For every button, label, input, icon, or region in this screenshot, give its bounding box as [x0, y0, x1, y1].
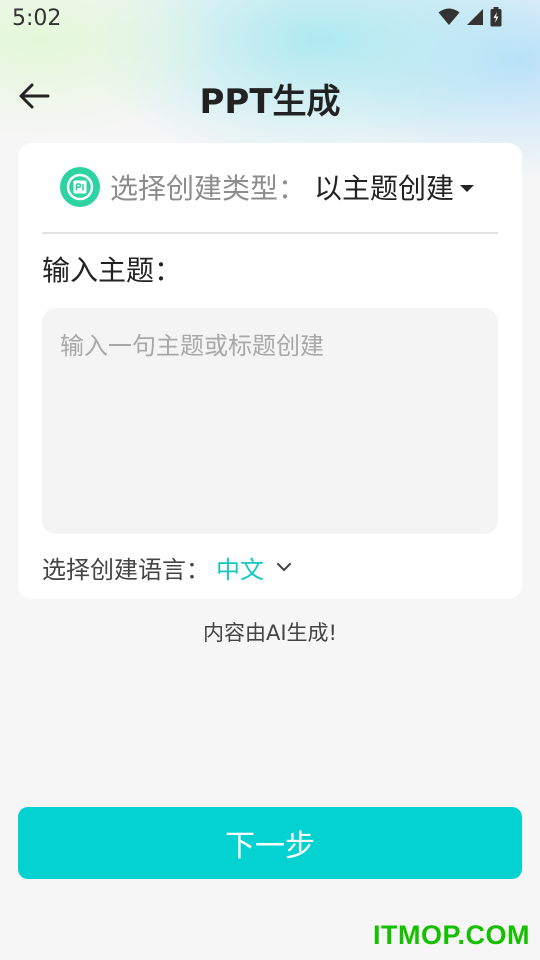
cell-signal-icon	[466, 8, 484, 30]
app-header: PPT生成	[0, 60, 540, 136]
chevron-down-icon[interactable]	[276, 562, 292, 572]
topic-label: 输入主题：	[42, 254, 183, 287]
topic-input[interactable]	[42, 308, 498, 534]
watermark: ITMOP.COM	[372, 920, 530, 950]
caret-down-icon	[460, 184, 475, 192]
ppt-icon	[60, 167, 100, 207]
create-type-selector[interactable]: 选择创建类型： 以主题创建	[60, 165, 475, 209]
create-type-label: 选择创建类型：	[110, 172, 307, 205]
language-selector[interactable]: 选择创建语言： 中文	[42, 549, 292, 585]
form-card: 选择创建类型： 以主题创建 输入主题： 选择创建语言： 中文	[18, 143, 522, 599]
next-button[interactable]: 下一步	[18, 807, 522, 879]
status-time: 5:02	[12, 6, 62, 31]
ai-disclaimer: 内容由AI生成!	[203, 621, 337, 645]
status-bar: 5:02	[0, 0, 540, 40]
divider	[42, 232, 498, 234]
battery-charging-icon	[490, 7, 502, 31]
create-type-value[interactable]: 以主题创建	[314, 167, 454, 207]
language-value[interactable]: 中文	[216, 550, 264, 585]
language-label: 选择创建语言：	[42, 555, 210, 584]
wifi-icon	[438, 8, 460, 30]
status-icons	[438, 7, 502, 31]
page-title: PPT生成	[199, 82, 341, 122]
